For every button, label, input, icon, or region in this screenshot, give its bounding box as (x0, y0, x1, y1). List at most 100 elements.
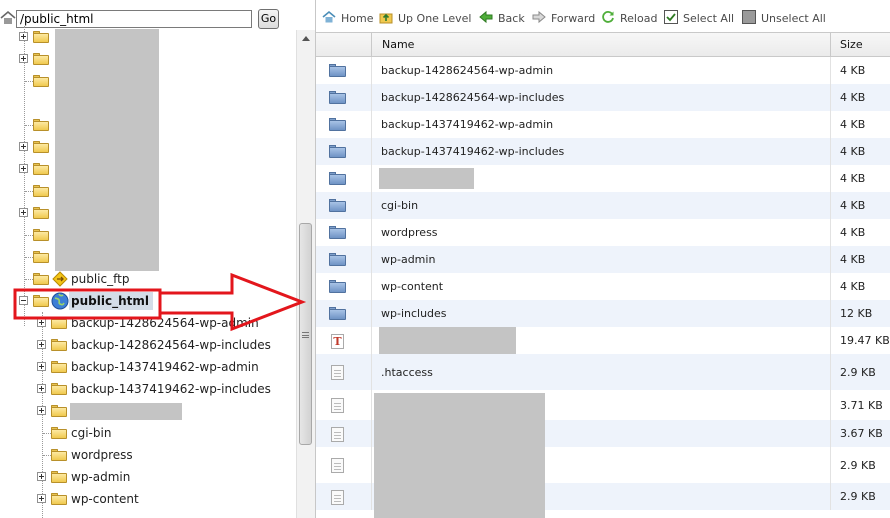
scroll-up-icon[interactable] (302, 36, 310, 41)
expand-icon[interactable] (19, 54, 28, 63)
column-divider (371, 219, 372, 246)
redacted-block (70, 403, 182, 420)
tree-item-label: backup-1428624564-wp-admin (71, 316, 259, 330)
file-list-pane: Home Up One Level Back Forward Reload Se… (315, 0, 890, 518)
file-size: 4 KB (840, 118, 866, 131)
column-header-size[interactable]: Size (840, 38, 863, 51)
table-row[interactable]: backup-1428624564-wp-admin 4 KB (316, 57, 890, 84)
column-divider (830, 111, 831, 138)
tree-item[interactable]: backup-1428624564-wp-includes (0, 334, 296, 356)
file-icon (331, 427, 344, 442)
home-label: Home (341, 12, 374, 25)
home-icon (322, 10, 336, 23)
expand-icon[interactable] (37, 472, 46, 481)
tree-item-public-html[interactable]: public_html (0, 290, 296, 312)
arrow-left-icon (479, 10, 493, 24)
tree-line (25, 257, 33, 258)
tree-item-public-ftp[interactable]: public_ftp (0, 268, 296, 290)
tree-line (43, 455, 51, 456)
column-header-name[interactable]: Name (382, 38, 414, 51)
file-name: .htaccess (381, 366, 433, 379)
checkbox-checked-icon (664, 10, 678, 24)
file-icon (331, 365, 344, 380)
file-size: 4 KB (840, 199, 866, 212)
tree-item-label: wp-content (71, 492, 139, 506)
file-icon (331, 490, 344, 505)
file-name: wp-includes (381, 307, 447, 320)
globe-icon (51, 292, 69, 310)
forward-label: Forward (551, 12, 596, 25)
table-row[interactable]: wordpress 4 KB (316, 219, 890, 246)
file-size: 3.71 KB (840, 399, 883, 412)
expand-icon[interactable] (37, 406, 46, 415)
tree-item-label: wordpress (71, 448, 133, 462)
table-row[interactable]: .htaccess 2.9 KB (316, 354, 890, 390)
column-divider (830, 300, 831, 327)
expand-icon[interactable] (19, 142, 28, 151)
tree-scrollbar[interactable] (296, 30, 315, 518)
folder-icon (33, 163, 49, 175)
grip-icon (302, 332, 309, 338)
tree-item-label: backup-1428624564-wp-includes (71, 338, 271, 352)
tree-item-label: public_html (71, 294, 149, 308)
redacted-block (374, 393, 545, 518)
tree-item[interactable]: cgi-bin (0, 422, 296, 444)
reload-icon (602, 11, 614, 23)
back-label: Back (498, 12, 525, 25)
tree-line (25, 191, 33, 192)
table-row[interactable]: backup-1437419462-wp-admin 4 KB (316, 111, 890, 138)
folder-icon (33, 31, 49, 43)
tree-item[interactable] (0, 400, 296, 422)
column-divider (371, 246, 372, 273)
column-divider (371, 111, 372, 138)
tree-item[interactable]: wp-admin (0, 466, 296, 488)
column-divider (371, 300, 372, 327)
select-all-label: Select All (683, 12, 735, 25)
toolbar: Home Up One Level Back Forward Reload Se… (316, 0, 890, 32)
expand-icon[interactable] (37, 318, 46, 327)
tree-item-label: wp-admin (71, 470, 131, 484)
folder-icon (329, 226, 346, 239)
file-size: 4 KB (840, 64, 866, 77)
tree-line (43, 433, 51, 434)
tree-line (25, 125, 33, 126)
collapse-icon[interactable] (19, 296, 28, 305)
expand-icon[interactable] (19, 32, 28, 41)
expand-icon[interactable] (37, 494, 46, 503)
folder-icon (33, 53, 49, 65)
expand-icon[interactable] (19, 164, 28, 173)
column-divider (371, 483, 372, 510)
tree-item-label: public_ftp (71, 272, 130, 286)
expand-icon[interactable] (37, 340, 46, 349)
table-row[interactable]: backup-1428624564-wp-includes 4 KB (316, 84, 890, 111)
column-divider (371, 192, 372, 219)
expand-icon[interactable] (19, 208, 28, 217)
column-divider (830, 483, 831, 510)
folder-icon (329, 91, 346, 104)
table-row[interactable]: cgi-bin 4 KB (316, 192, 890, 219)
column-divider (830, 327, 831, 354)
tree-item[interactable]: backup-1437419462-wp-admin (0, 356, 296, 378)
table-row[interactable]: wp-includes 12 KB (316, 300, 890, 327)
tree-item[interactable]: backup-1437419462-wp-includes (0, 378, 296, 400)
column-divider (371, 420, 372, 447)
table-row[interactable]: wp-content 4 KB (316, 273, 890, 300)
column-divider (830, 420, 831, 447)
column-divider (371, 354, 372, 390)
folder-icon (51, 405, 67, 417)
table-row[interactable]: backup-1437419462-wp-includes 4 KB (316, 138, 890, 165)
expand-icon[interactable] (37, 384, 46, 393)
tree-item[interactable]: wp-content (0, 488, 296, 510)
table-row[interactable]: wp-admin 4 KB (316, 246, 890, 273)
home-icon[interactable] (0, 10, 16, 26)
column-divider (371, 165, 372, 192)
folder-icon (329, 172, 346, 185)
scrollbar-thumb[interactable] (299, 223, 312, 445)
expand-icon[interactable] (37, 362, 46, 371)
file-icon (331, 458, 344, 473)
file-name: wp-admin (381, 253, 436, 266)
folder-icon (33, 185, 49, 197)
tree-item[interactable]: backup-1428624564-wp-admin (0, 312, 296, 334)
tree-item[interactable]: wordpress (0, 444, 296, 466)
reload-label: Reload (620, 12, 658, 25)
